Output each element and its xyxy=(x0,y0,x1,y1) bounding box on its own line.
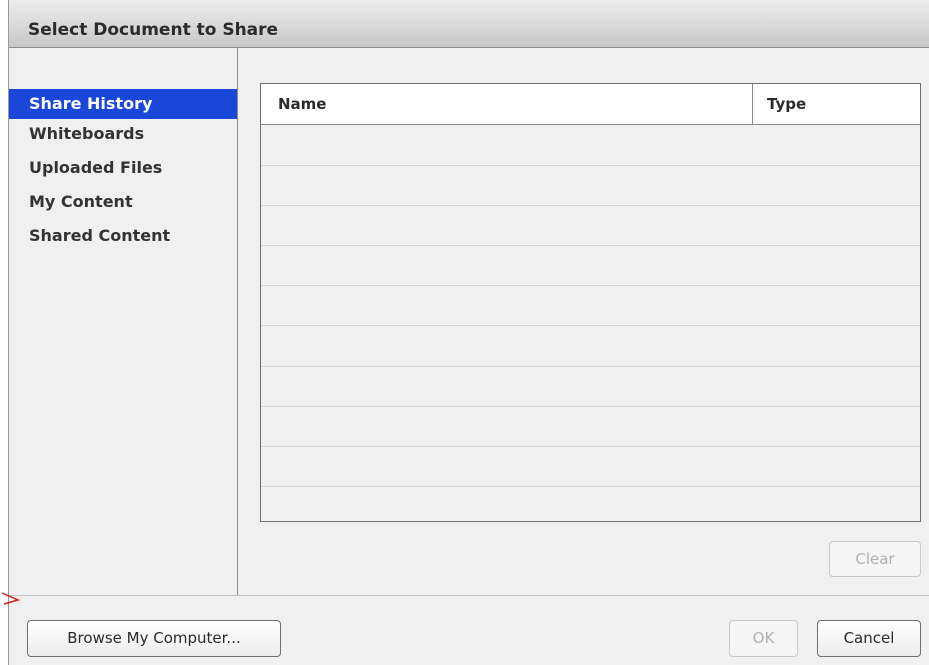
table-row-divider xyxy=(261,406,920,407)
table-row-divider xyxy=(261,325,920,326)
table-row-divider xyxy=(261,446,920,447)
annotation-mark-icon xyxy=(1,592,20,605)
footer-divider xyxy=(9,595,929,596)
sidebar-item-whiteboards[interactable]: Whiteboards xyxy=(9,119,237,149)
dialog-title: Select Document to Share xyxy=(28,20,279,40)
select-document-dialog: Select Document to Share Share History W… xyxy=(8,0,929,665)
clear-button[interactable]: Clear xyxy=(829,541,921,577)
table-row-divider xyxy=(261,245,920,246)
browse-my-computer-button[interactable]: Browse My Computer... xyxy=(27,620,281,657)
table-row-divider xyxy=(261,366,920,367)
table-header: Name Type xyxy=(261,84,920,125)
table-row-divider xyxy=(261,285,920,286)
sidebar-item-shared-content[interactable]: Shared Content xyxy=(9,221,237,251)
table-row-divider xyxy=(261,486,920,487)
sidebar-item-my-content[interactable]: My Content xyxy=(9,187,237,217)
source-sidebar: Share History Whiteboards Uploaded Files… xyxy=(9,48,238,595)
document-table[interactable]: Name Type xyxy=(260,83,921,522)
sidebar-item-share-history[interactable]: Share History xyxy=(9,89,237,119)
column-header-name[interactable]: Name xyxy=(261,84,753,124)
ok-button[interactable]: OK xyxy=(729,620,798,657)
dialog-titlebar: Select Document to Share xyxy=(9,0,929,48)
table-row-divider xyxy=(261,205,920,206)
column-header-type[interactable]: Type xyxy=(753,84,920,124)
cancel-button[interactable]: Cancel xyxy=(817,620,921,657)
sidebar-item-uploaded-files[interactable]: Uploaded Files xyxy=(9,153,237,183)
table-row-divider xyxy=(261,165,920,166)
